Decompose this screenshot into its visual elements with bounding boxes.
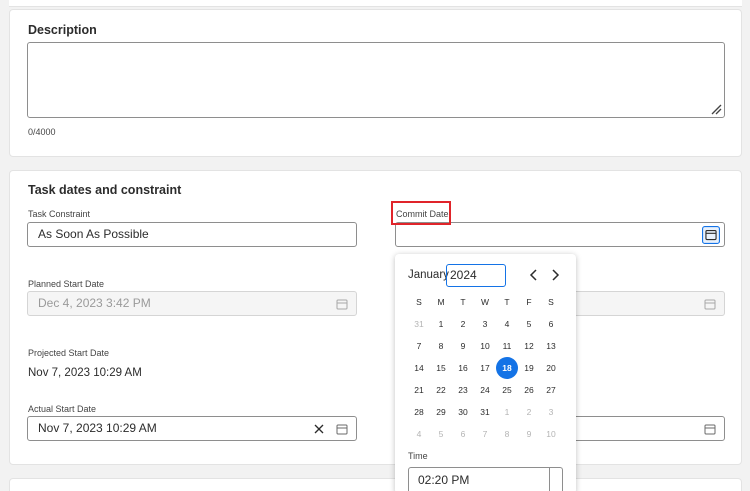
calendar-month[interactable]: January bbox=[408, 269, 449, 281]
calendar-day[interactable]: 6 bbox=[540, 313, 562, 335]
calendar-day[interactable]: 25 bbox=[496, 379, 518, 401]
description-card: Description 0/4000 bbox=[9, 9, 742, 157]
calendar-day[interactable]: 6 bbox=[452, 423, 474, 445]
weekday-label: T bbox=[504, 297, 510, 307]
calendar-day[interactable]: 27 bbox=[540, 379, 562, 401]
calendar-day[interactable]: 15 bbox=[430, 357, 452, 379]
time-input[interactable]: 02:20 PM bbox=[408, 467, 563, 491]
task-dates-title: Task dates and constraint bbox=[28, 183, 182, 197]
actual-start-input[interactable]: Nov 7, 2023 10:29 AM bbox=[27, 416, 357, 441]
commit-date-highlight bbox=[391, 201, 451, 225]
calendar-day[interactable]: 26 bbox=[518, 379, 540, 401]
weekday-label: M bbox=[437, 297, 445, 307]
calendar-day[interactable]: 7 bbox=[408, 335, 430, 357]
calendar-day[interactable]: 12 bbox=[518, 335, 540, 357]
calendar-icon bbox=[336, 299, 348, 310]
calendar-day[interactable]: 3 bbox=[540, 401, 562, 423]
calendar-day[interactable]: 2 bbox=[518, 401, 540, 423]
calendar-icon bbox=[704, 299, 716, 310]
calendar-day[interactable]: 3 bbox=[474, 313, 496, 335]
actual-start-value: Nov 7, 2023 10:29 AM bbox=[38, 421, 157, 435]
clear-icon[interactable] bbox=[312, 422, 326, 436]
calendar-day[interactable]: 2 bbox=[452, 313, 474, 335]
calendar-day[interactable]: 4 bbox=[408, 423, 430, 445]
calendar-day[interactable]: 20 bbox=[540, 357, 562, 379]
calendar-day[interactable]: 28 bbox=[408, 401, 430, 423]
planned-start-label: Planned Start Date bbox=[28, 279, 105, 289]
calendar-icon[interactable] bbox=[702, 226, 720, 244]
projected-start-value: Nov 7, 2023 10:29 AM bbox=[28, 367, 142, 379]
calendar-day[interactable]: 31 bbox=[474, 401, 496, 423]
calendar-day[interactable]: 10 bbox=[540, 423, 562, 445]
resize-grip-icon[interactable] bbox=[710, 103, 722, 115]
date-picker-popover: January 2024 SMTWTFS 31 1 2 3 4 5 6 7 8 9 10 11 12 13… bbox=[395, 254, 576, 491]
character-counter: 0/4000 bbox=[28, 127, 56, 137]
calendar-day[interactable]: 10 bbox=[474, 335, 496, 357]
planned-start-input: Dec 4, 2023 3:42 PM bbox=[27, 291, 357, 316]
time-field-divider bbox=[549, 468, 550, 491]
calendar-day[interactable]: 29 bbox=[430, 401, 452, 423]
calendar-day[interactable]: 22 bbox=[430, 379, 452, 401]
calendar-day[interactable]: 19 bbox=[518, 357, 540, 379]
weekday-label: S bbox=[548, 297, 554, 307]
calendar-day[interactable]: 11 bbox=[496, 335, 518, 357]
planned-start-value: Dec 4, 2023 3:42 PM bbox=[38, 296, 151, 310]
weekday-label: T bbox=[460, 297, 466, 307]
description-title: Description bbox=[28, 23, 97, 37]
calendar-day[interactable]: 9 bbox=[452, 335, 474, 357]
calendar-day[interactable]: 23 bbox=[452, 379, 474, 401]
task-constraint-select[interactable]: As Soon As Possible bbox=[27, 222, 357, 247]
calendar-day[interactable]: 4 bbox=[496, 313, 518, 335]
time-label: Time bbox=[408, 451, 428, 461]
calendar-day[interactable]: 21 bbox=[408, 379, 430, 401]
calendar-day[interactable]: 8 bbox=[430, 335, 452, 357]
calendar-icon[interactable] bbox=[335, 422, 349, 436]
task-dates-card: Task dates and constraint Task Constrain… bbox=[9, 170, 742, 465]
previous-card-edge bbox=[9, 0, 742, 7]
task-constraint-label: Task Constraint bbox=[28, 209, 91, 219]
description-textarea[interactable] bbox=[27, 42, 725, 118]
calendar-day[interactable]: 5 bbox=[518, 313, 540, 335]
calendar-day[interactable]: 14 bbox=[408, 357, 430, 379]
weekday-label: S bbox=[416, 297, 422, 307]
calendar-day[interactable]: 17 bbox=[474, 357, 496, 379]
calendar-day[interactable]: 7 bbox=[474, 423, 496, 445]
chevron-right-icon[interactable] bbox=[548, 267, 562, 283]
calendar-day[interactable]: 24 bbox=[474, 379, 496, 401]
calendar-day-selected[interactable]: 18 bbox=[496, 357, 518, 379]
calendar-day[interactable]: 30 bbox=[452, 401, 474, 423]
calendar-day[interactable]: 16 bbox=[452, 357, 474, 379]
calendar-day[interactable]: 13 bbox=[540, 335, 562, 357]
calendar-icon[interactable] bbox=[703, 422, 717, 436]
time-value: 02:20 PM bbox=[418, 473, 470, 487]
calendar-day[interactable]: 8 bbox=[496, 423, 518, 445]
calendar-day[interactable]: 31 bbox=[408, 313, 430, 335]
actual-start-label: Actual Start Date bbox=[28, 404, 97, 414]
chevron-left-icon[interactable] bbox=[527, 267, 541, 283]
calendar-day[interactable]: 1 bbox=[430, 313, 452, 335]
calendar-year-input[interactable]: 2024 bbox=[446, 264, 506, 287]
weekday-label: W bbox=[480, 297, 490, 307]
projected-start-label: Projected Start Date bbox=[28, 348, 110, 358]
weekday-label: F bbox=[526, 297, 532, 307]
next-card-edge bbox=[9, 478, 742, 491]
calendar-day[interactable]: 1 bbox=[496, 401, 518, 423]
commit-date-input[interactable] bbox=[395, 222, 725, 247]
calendar-day[interactable]: 5 bbox=[430, 423, 452, 445]
calendar-day[interactable]: 9 bbox=[518, 423, 540, 445]
